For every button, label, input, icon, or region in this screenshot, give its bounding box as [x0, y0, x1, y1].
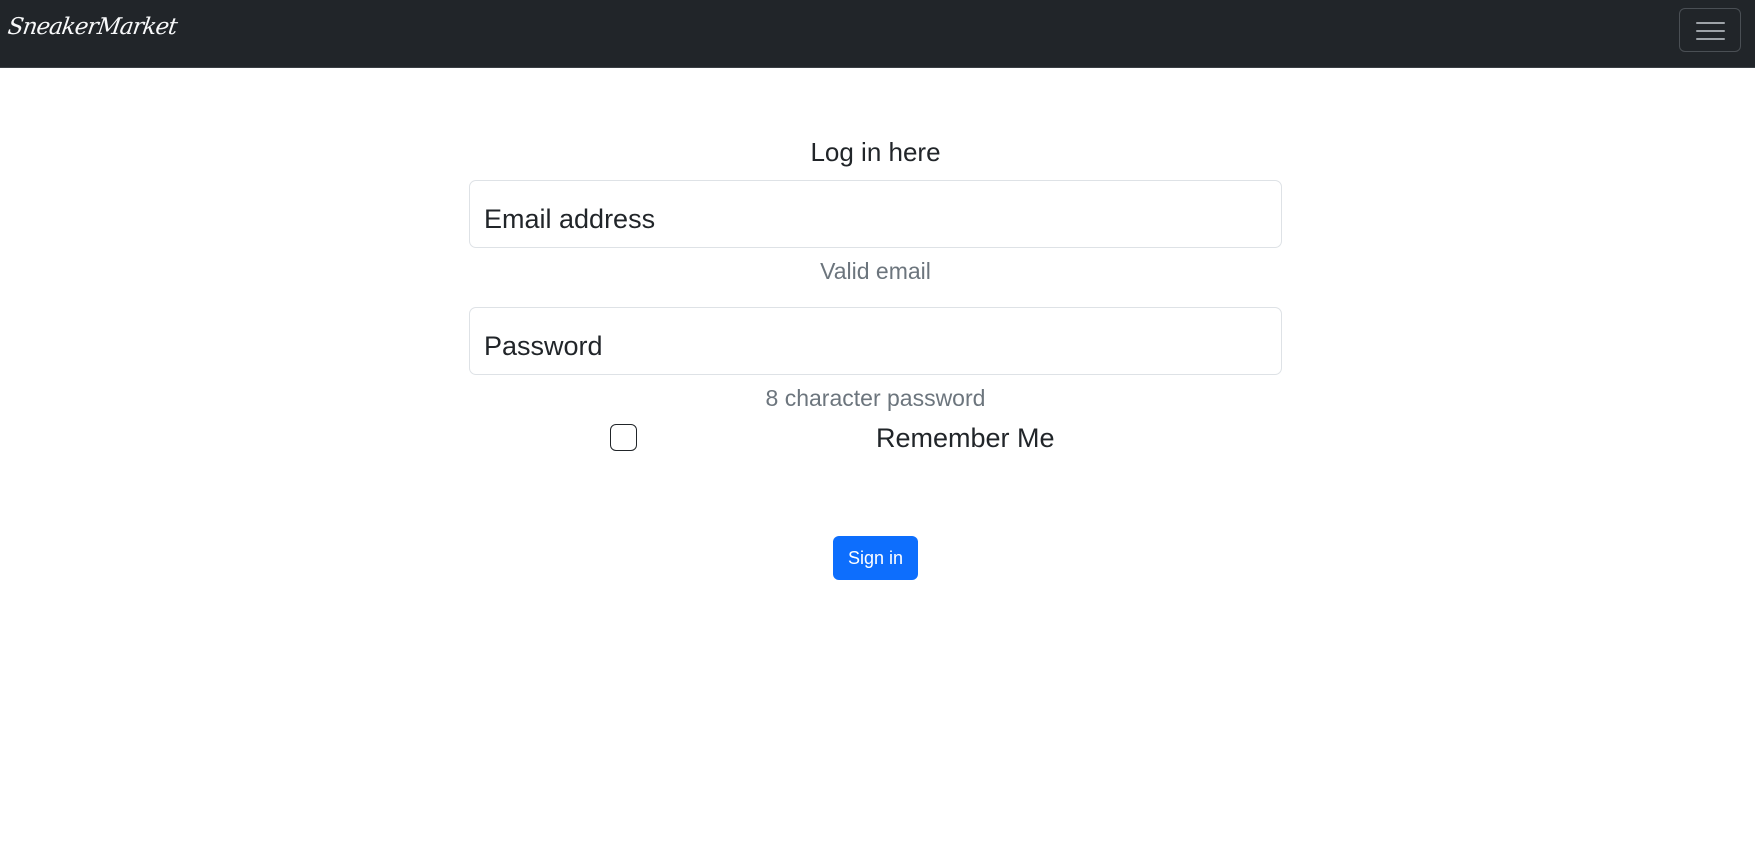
email-hint: Valid email [820, 258, 931, 284]
password-field-container [469, 307, 1282, 375]
remember-me-checkbox[interactable] [610, 424, 637, 451]
sign-in-button[interactable]: Sign in [833, 536, 918, 580]
email-field-container [469, 180, 1282, 248]
page-title: Log in here [810, 137, 941, 167]
navbar-toggler-button[interactable] [1679, 8, 1741, 52]
remember-me-label[interactable]: Remember Me [876, 422, 1055, 454]
top-navbar: SneakerMarket [0, 0, 1755, 68]
password-hint: 8 character password [765, 385, 986, 411]
password-field[interactable] [484, 326, 1264, 366]
email-field[interactable] [484, 199, 1264, 239]
brand-logo[interactable]: SneakerMarket [6, 14, 178, 40]
